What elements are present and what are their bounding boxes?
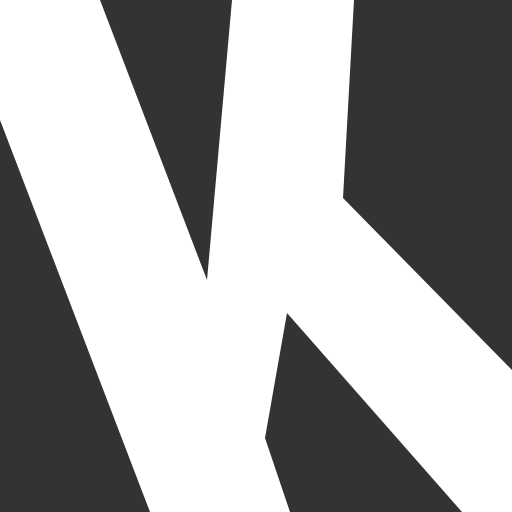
app-icon-canvas xyxy=(0,0,512,512)
letter-k-icon xyxy=(0,0,512,512)
